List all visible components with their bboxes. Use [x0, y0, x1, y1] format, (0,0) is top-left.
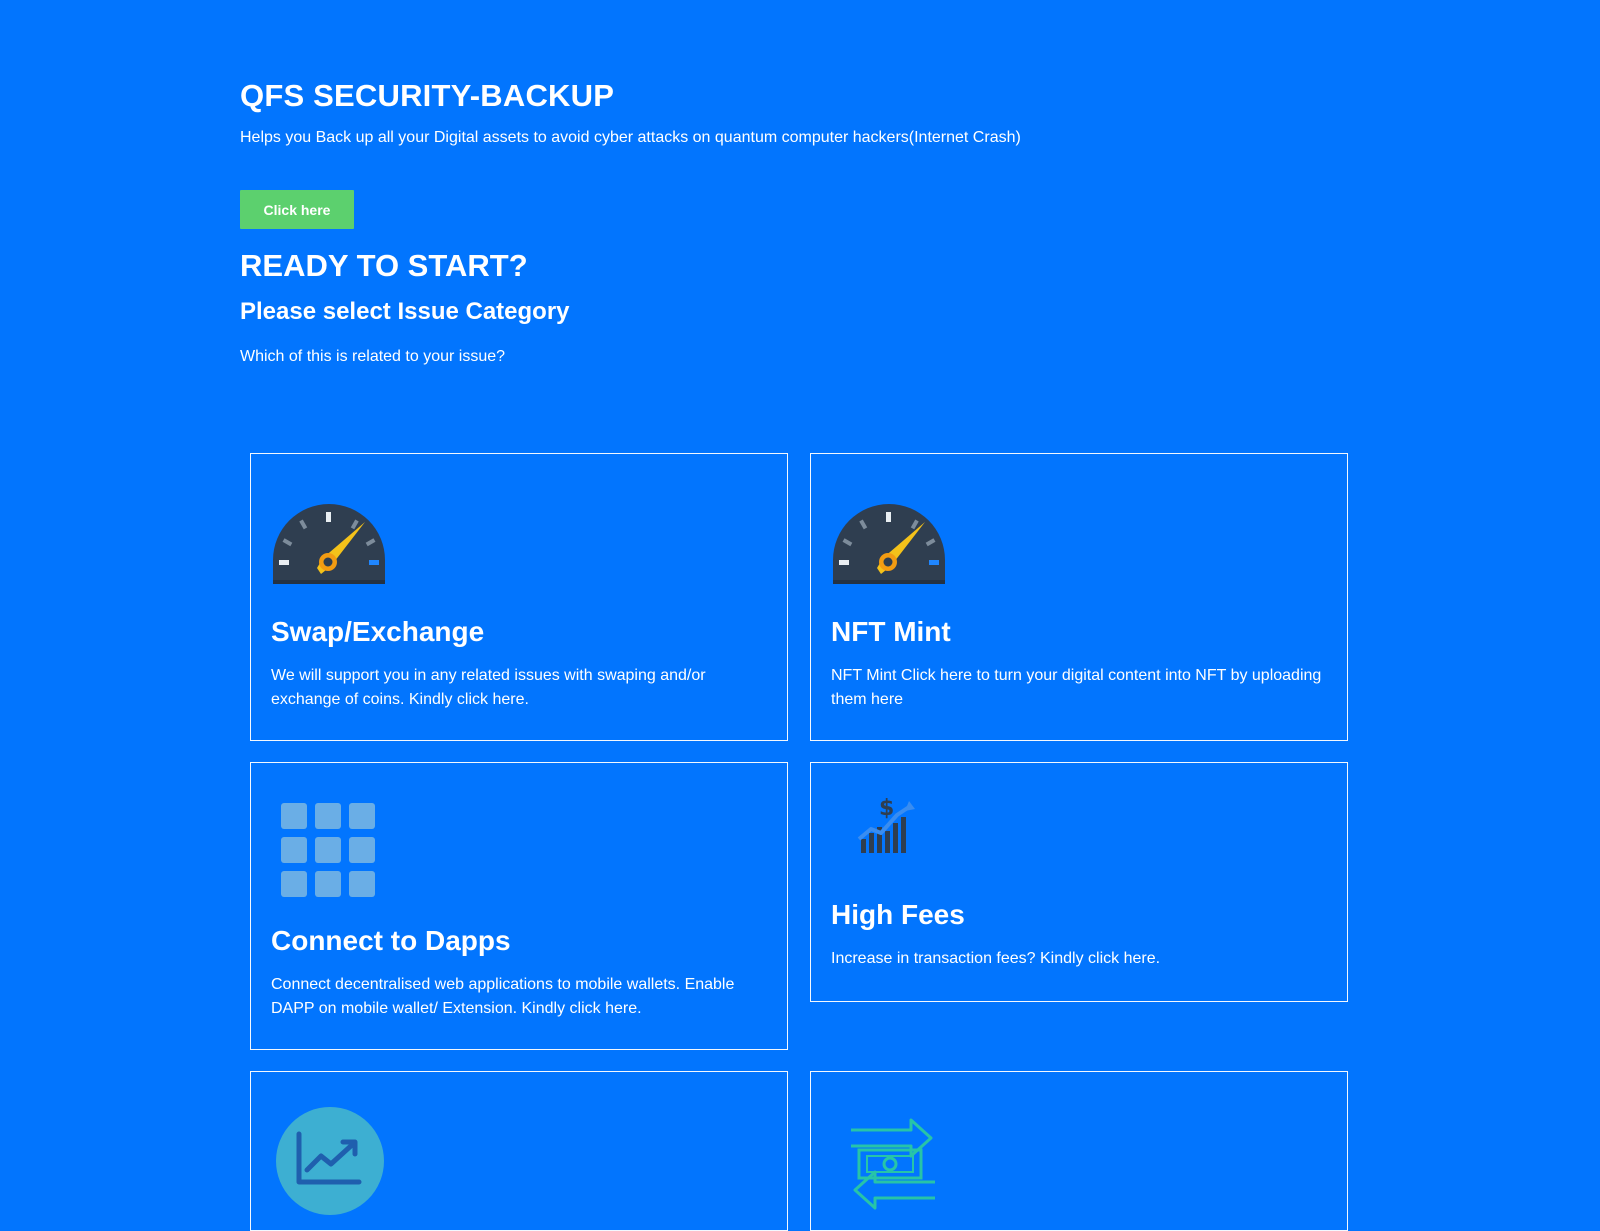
- category-card-nft-mint[interactable]: NFT Mint NFT Mint Click here to turn you…: [810, 453, 1348, 741]
- svg-text:$: $: [879, 796, 894, 821]
- page-title: QFS SECURITY-BACKUP: [240, 78, 615, 113]
- speedometer-icon: [833, 504, 945, 584]
- category-question: Which of this is related to your issue?: [240, 348, 506, 365]
- click-here-button[interactable]: Click here: [240, 190, 354, 229]
- card-description: NFT Mint Click here to turn your digital…: [831, 667, 1322, 708]
- category-card-trend[interactable]: [250, 1071, 788, 1231]
- category-card-swap-exchange[interactable]: Swap/Exchange We will support you in any…: [250, 453, 788, 741]
- card-title: High Fees: [831, 899, 965, 930]
- money-transfer-icon: [851, 1118, 935, 1210]
- hero-text: QFS SECURITY-BACKUP Helps you Back up al…: [240, 78, 1360, 148]
- card-title: Connect to Dapps: [271, 925, 511, 956]
- card-description: Increase in transaction fees? Kindly cli…: [831, 950, 1161, 967]
- dollar-chart-icon: $: [857, 796, 915, 853]
- card-title: NFT Mint: [831, 616, 951, 647]
- card-title: Swap/Exchange: [271, 616, 485, 647]
- card-description: We will support you in any related issue…: [271, 667, 706, 708]
- category-card-money-transfer[interactable]: [810, 1071, 1348, 1231]
- category-card-connect-dapps[interactable]: Connect to Dapps Connect decentralised w…: [250, 762, 788, 1050]
- card-description: Connect decentralised web applications t…: [271, 976, 735, 1017]
- category-card-high-fees[interactable]: $ High Fees Increase in transaction fees…: [810, 762, 1348, 1002]
- category-heading: Please select Issue Category: [240, 298, 570, 325]
- ready-heading: READY TO START?: [240, 248, 528, 283]
- apps-grid-icon: [281, 803, 375, 897]
- hero-subtitle: Helps you Back up all your Digital asset…: [240, 129, 1021, 146]
- speedometer-icon: [273, 504, 385, 584]
